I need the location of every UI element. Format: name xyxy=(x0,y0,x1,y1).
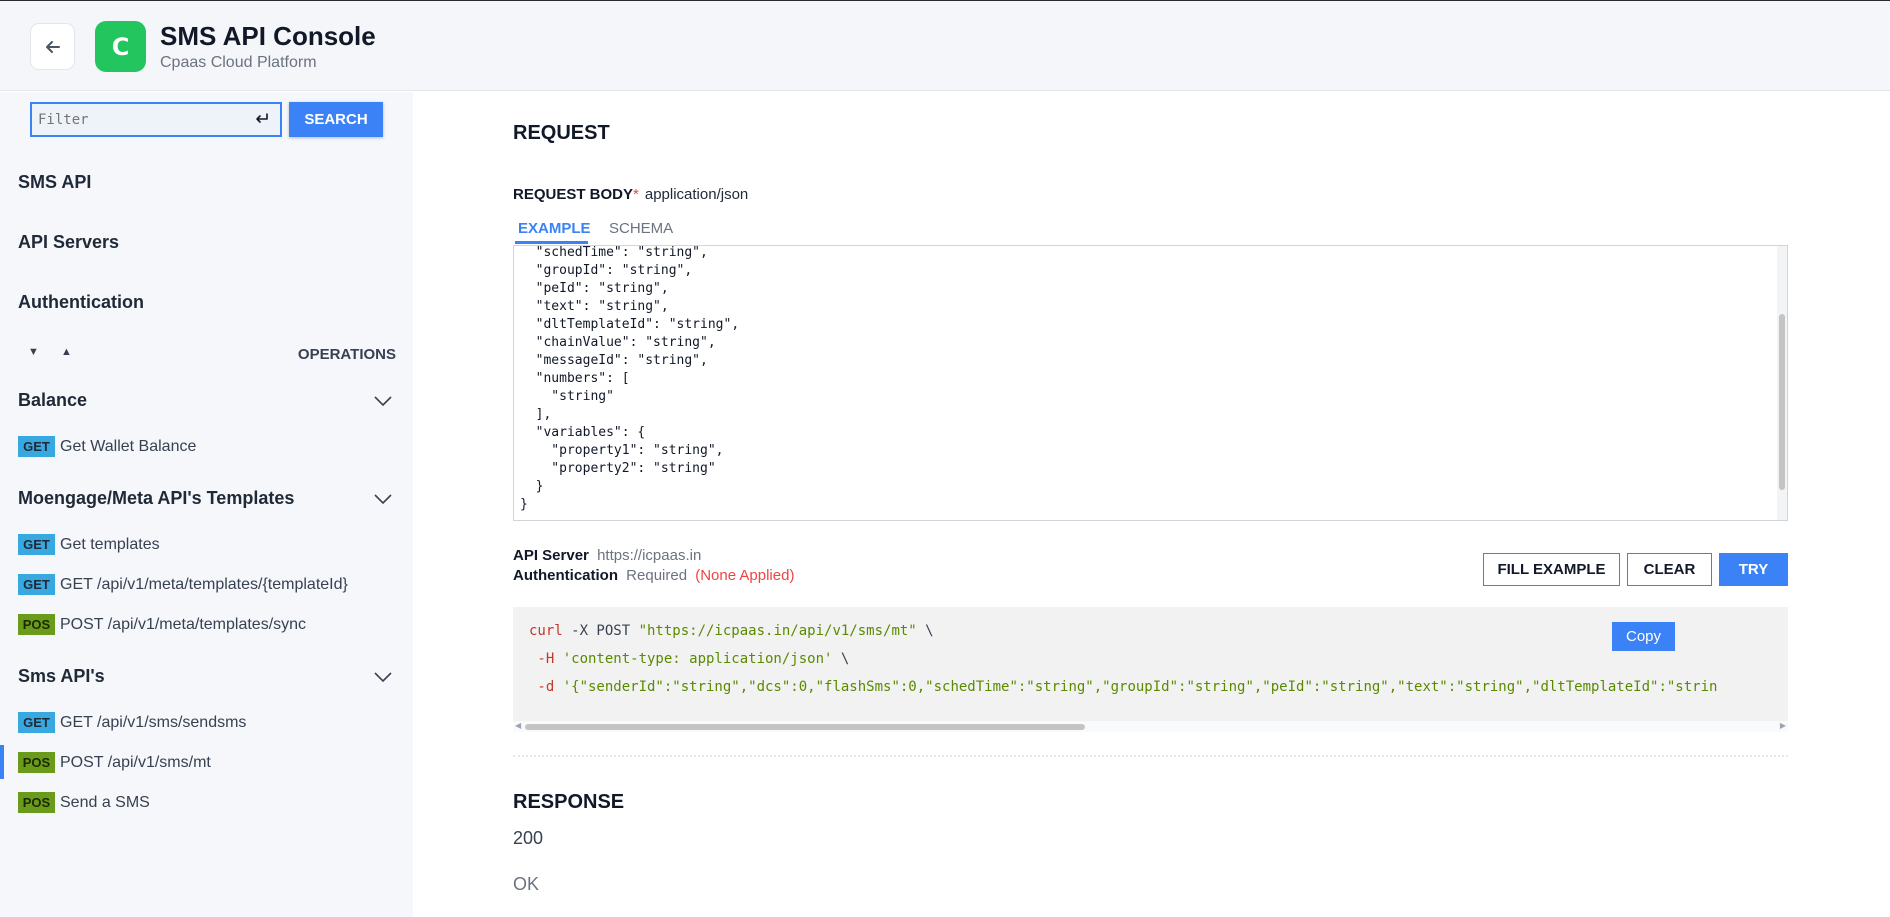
tab-example[interactable]: EXAMPLE xyxy=(518,220,591,237)
app-title: SMS API Console xyxy=(160,21,376,51)
request-body-code: "schedTime": "string", "groupId": "strin… xyxy=(520,245,740,514)
clear-button[interactable]: CLEAR xyxy=(1627,553,1712,586)
method-badge: GET xyxy=(18,534,55,555)
tab-example-underline xyxy=(515,241,588,244)
curl-scrollbar[interactable]: ◀ ▶ xyxy=(513,721,1788,732)
nav-api-servers[interactable]: API Servers xyxy=(18,232,119,253)
code-line: ], xyxy=(520,407,552,422)
group-balance[interactable]: Balance xyxy=(18,390,87,411)
code-line: "peId": "string", xyxy=(520,281,669,296)
copy-button[interactable]: Copy xyxy=(1612,622,1675,651)
op-get-template-by-id[interactable]: GET GET /api/v1/meta/templates/{template… xyxy=(0,567,413,601)
op-label: GET /api/v1/meta/templates/{templateId} xyxy=(60,576,348,593)
op-label: GET /api/v1/sms/sendsms xyxy=(60,714,247,731)
operations-row: ▼ ▲ OPERATIONS xyxy=(18,344,396,364)
filter-box xyxy=(30,102,282,137)
curl-snippet: curl -X POST "https://icpaas.in/api/v1/s… xyxy=(513,607,1788,725)
main-content: REQUEST REQUEST BODY* application/json EX… xyxy=(413,92,1890,917)
editor-scrollbar-thumb[interactable] xyxy=(1779,314,1785,490)
method-badge: POS xyxy=(18,752,55,773)
curl-line-1: curl -X POST "https://icpaas.in/api/v1/s… xyxy=(529,623,934,639)
section-divider xyxy=(513,755,1788,757)
code-line: "property1": "string", xyxy=(520,443,724,458)
code-line: "numbers": [ xyxy=(520,371,630,386)
editor-scrollbar[interactable] xyxy=(1777,246,1787,520)
nav-authentication[interactable]: Authentication xyxy=(18,292,144,313)
op-get-wallet-balance[interactable]: GET Get Wallet Balance xyxy=(0,429,413,463)
op-label: POST /api/v1/sms/mt xyxy=(60,754,211,771)
op-label: POST /api/v1/meta/templates/sync xyxy=(60,616,307,633)
api-server-label: API Server xyxy=(513,547,589,564)
code-line: "variables": { xyxy=(520,425,646,440)
code-line: "dltTemplateId": "string", xyxy=(520,317,740,332)
auth-label: Authentication xyxy=(513,567,618,584)
code-line: "groupId": "string", xyxy=(520,263,693,278)
curl-scrollbar-thumb[interactable] xyxy=(525,724,1085,730)
content-type: application/json xyxy=(644,186,749,203)
code-line: "string" xyxy=(520,389,614,404)
auth-status: (None Applied) xyxy=(695,567,795,584)
code-line: "chainValue": "string", xyxy=(520,335,716,350)
code-line: } xyxy=(520,479,544,494)
response-heading: RESPONSE xyxy=(513,791,625,813)
filter-input[interactable] xyxy=(38,110,238,130)
expand-all-icon[interactable]: ▲ xyxy=(61,346,72,358)
chevron-down-icon[interactable] xyxy=(373,395,393,407)
auth-required: Required xyxy=(626,567,688,584)
group-sms-apis[interactable]: Sms API's xyxy=(18,666,105,687)
app-subtitle: Cpaas Cloud Platform xyxy=(160,54,317,71)
code-line: "messageId": "string", xyxy=(520,353,708,368)
method-badge: GET xyxy=(18,712,55,733)
op-label: Send a SMS xyxy=(60,794,150,811)
search-button[interactable]: SEARCH xyxy=(289,102,383,137)
required-star: * xyxy=(633,186,639,203)
curl-line-2: -H 'content-type: application/json' \ xyxy=(529,651,850,667)
back-button[interactable] xyxy=(30,23,75,70)
method-badge: POS xyxy=(18,614,55,635)
op-label: Get templates xyxy=(60,536,160,553)
request-body-editor[interactable]: "schedTime": "string", "groupId": "strin… xyxy=(513,245,1788,521)
chevron-down-icon[interactable] xyxy=(373,671,393,683)
sidebar: SEARCH SMS API API Servers Authenticatio… xyxy=(0,92,413,917)
request-body-row: REQUEST BODY* application/json xyxy=(513,186,748,203)
try-button[interactable]: TRY xyxy=(1719,553,1788,586)
op-send-a-sms[interactable]: POS Send a SMS xyxy=(0,785,413,819)
code-line: "schedTime": "string", xyxy=(520,245,708,260)
group-moengage-templates[interactable]: Moengage/Meta API's Templates xyxy=(18,488,294,509)
api-server-url: https://icpaas.in xyxy=(597,547,702,564)
auth-row: Authentication Required (None Applied) xyxy=(513,567,794,584)
op-post-templates-sync[interactable]: POS POST /api/v1/meta/templates/sync xyxy=(0,607,413,641)
arrow-left-icon xyxy=(45,40,60,53)
code-line: } xyxy=(520,497,528,512)
request-body-label: REQUEST BODY xyxy=(513,186,634,203)
response-status-code: 200 xyxy=(513,828,544,848)
nav-sms-api[interactable]: SMS API xyxy=(18,172,91,193)
op-label: Get Wallet Balance xyxy=(60,438,197,455)
app-logo: C xyxy=(95,21,146,72)
op-get-templates[interactable]: GET Get templates xyxy=(0,527,413,561)
scroll-left-icon[interactable]: ◀ xyxy=(515,721,521,730)
op-post-sms-mt[interactable]: POS POST /api/v1/sms/mt xyxy=(0,745,413,779)
tab-schema[interactable]: SCHEMA xyxy=(609,220,673,237)
scroll-right-icon[interactable]: ▶ xyxy=(1780,721,1786,730)
code-line: "property2": "string" xyxy=(520,461,716,476)
enter-icon xyxy=(256,113,268,123)
response-status-text: OK xyxy=(513,874,540,894)
code-line: "text": "string", xyxy=(520,299,669,314)
api-server-row: API Server https://icpaas.in xyxy=(513,547,701,564)
method-badge: GET xyxy=(18,574,55,595)
collapse-all-icon[interactable]: ▼ xyxy=(28,346,39,358)
curl-line-3: -d '{"senderId":"string","dcs":0,"flashS… xyxy=(529,679,1718,695)
fill-example-button[interactable]: FILL EXAMPLE xyxy=(1483,553,1620,586)
method-badge: GET xyxy=(18,436,55,457)
request-heading: REQUEST xyxy=(513,122,610,144)
op-get-sendsms[interactable]: GET GET /api/v1/sms/sendsms xyxy=(0,705,413,739)
method-badge: POS xyxy=(18,792,55,813)
chevron-down-icon[interactable] xyxy=(373,493,393,505)
app-header: C SMS API Console Cpaas Cloud Platform xyxy=(0,0,1890,91)
operations-label: OPERATIONS xyxy=(297,346,396,363)
